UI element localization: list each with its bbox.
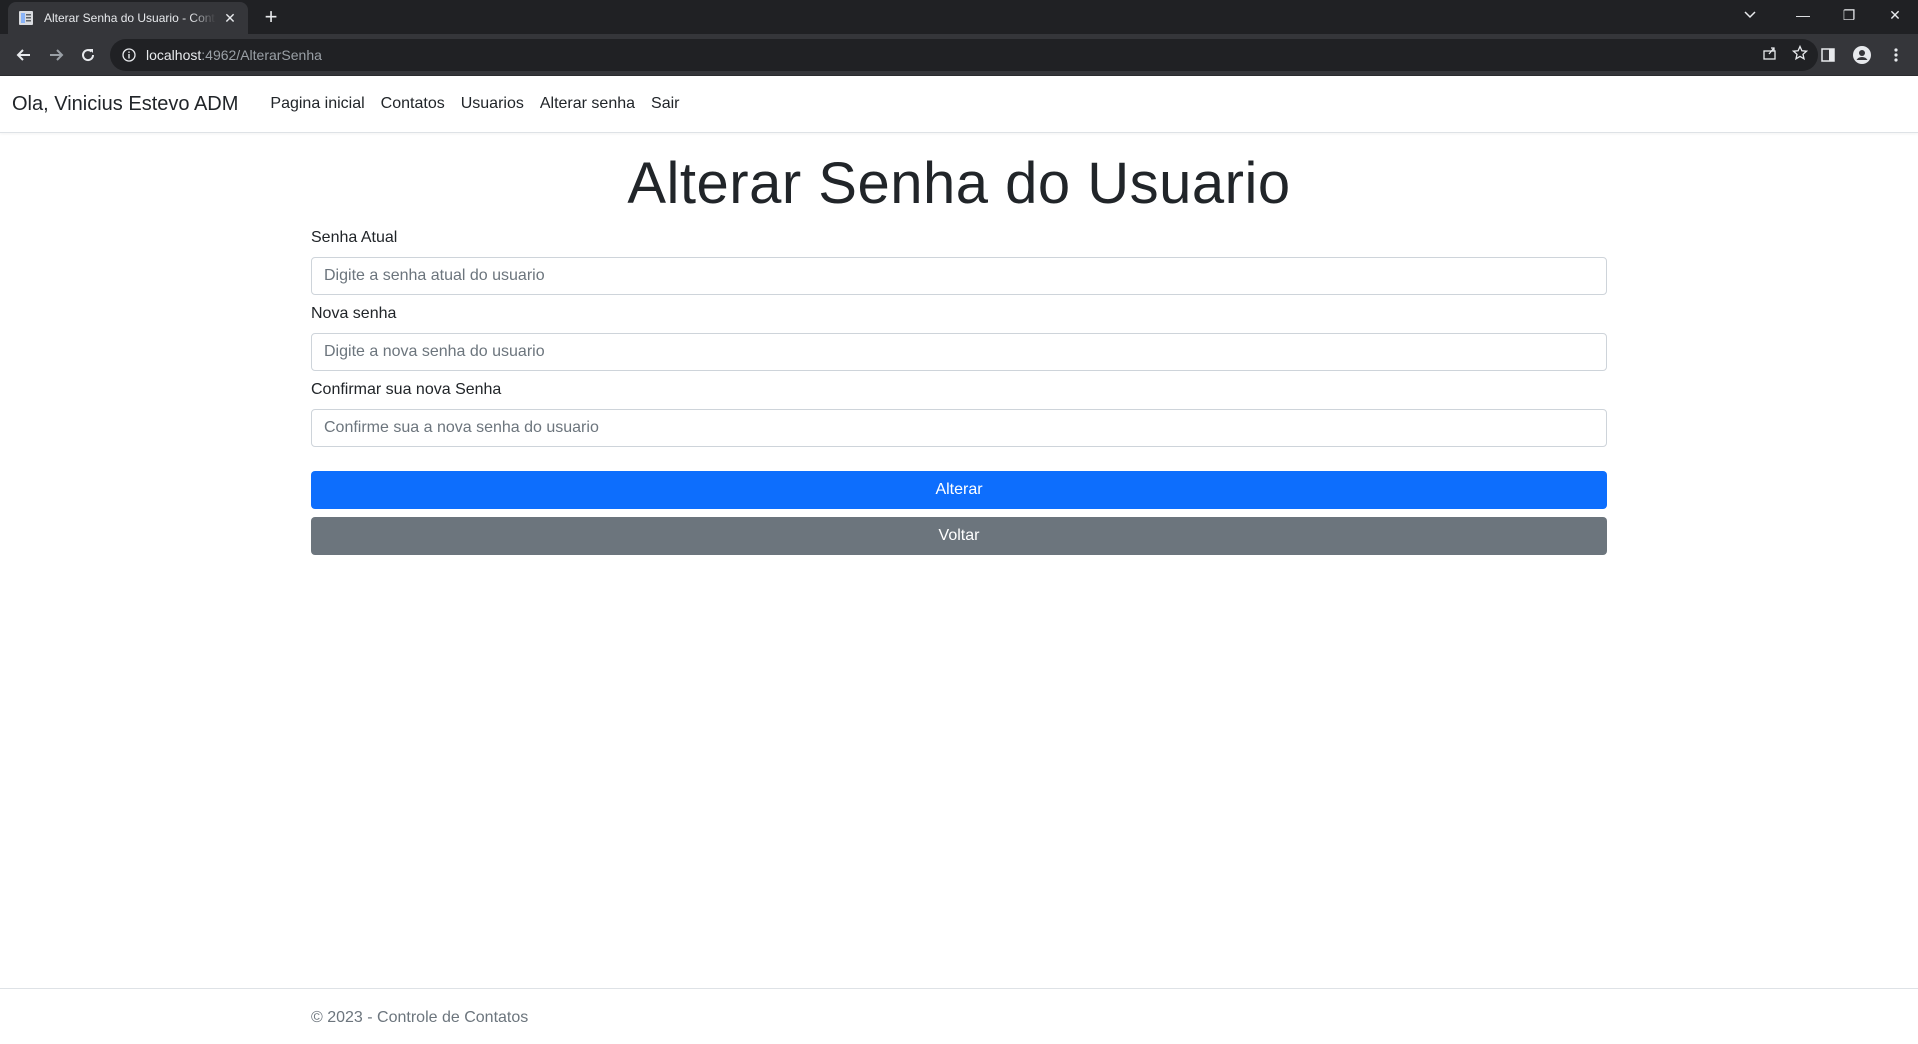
profile-avatar-icon[interactable] bbox=[1848, 41, 1876, 69]
new-password-label: Nova senha bbox=[311, 304, 397, 322]
nav-link-alterar-senha[interactable]: Alterar senha bbox=[532, 87, 643, 121]
forward-arrow-icon[interactable] bbox=[40, 39, 72, 71]
nav-link-contatos[interactable]: Contatos bbox=[373, 87, 453, 121]
new-tab-button[interactable]: + bbox=[260, 6, 282, 28]
page-favicon-icon bbox=[18, 10, 34, 26]
site-info-icon[interactable] bbox=[122, 48, 136, 62]
main-content: Alterar Senha do Usuario Senha Atual Nov… bbox=[311, 133, 1607, 555]
nav-link-usuarios[interactable]: Usuarios bbox=[453, 87, 532, 121]
change-password-form: Senha Atual Nova senha Confirmar sua nov… bbox=[311, 229, 1607, 555]
back-arrow-icon[interactable] bbox=[8, 39, 40, 71]
share-icon[interactable] bbox=[1762, 45, 1778, 66]
current-password-group: Senha Atual bbox=[311, 229, 1607, 295]
browser-tabstrip: Alterar Senha do Usuario - Controle de C… bbox=[0, 0, 1918, 34]
close-window-button[interactable]: ✕ bbox=[1872, 0, 1918, 30]
url-path: :4962/AlterarSenha bbox=[201, 47, 322, 63]
navbar-links: Pagina inicial Contatos Usuarios Alterar… bbox=[262, 87, 687, 121]
browser-toolbar: localhost:4962/AlterarSenha bbox=[0, 34, 1918, 76]
confirm-password-label: Confirmar sua nova Senha bbox=[311, 380, 502, 398]
nav-link-sair[interactable]: Sair bbox=[643, 87, 687, 121]
address-bar[interactable]: localhost:4962/AlterarSenha bbox=[110, 39, 1818, 71]
page-title: Alterar Senha do Usuario bbox=[627, 151, 1291, 216]
url-host: localhost bbox=[146, 47, 202, 63]
voltar-button[interactable]: Voltar bbox=[311, 516, 1607, 555]
new-password-group: Nova senha bbox=[311, 305, 1607, 371]
alterar-button[interactable]: Alterar bbox=[311, 470, 1607, 509]
confirm-password-input[interactable] bbox=[311, 408, 1607, 447]
bookmark-star-icon[interactable] bbox=[1791, 44, 1809, 66]
minimize-window-button[interactable]: — bbox=[1780, 0, 1826, 30]
new-password-input[interactable] bbox=[311, 332, 1607, 371]
confirm-password-group: Confirmar sua nova Senha bbox=[311, 381, 1607, 447]
tab-search-chevron-icon[interactable] bbox=[1730, 0, 1770, 30]
nav-link-pagina-inicial[interactable]: Pagina inicial bbox=[262, 87, 372, 121]
current-password-input[interactable] bbox=[311, 256, 1607, 295]
page-footer: © 2023 - Controle de Contatos bbox=[0, 988, 1918, 1044]
kebab-menu-icon[interactable] bbox=[1882, 41, 1910, 69]
tab-close-icon[interactable]: ✕ bbox=[222, 10, 238, 26]
restore-window-button[interactable]: ❐ bbox=[1826, 0, 1872, 30]
tab-title: Alterar Senha do Usuario - Controle de C… bbox=[44, 11, 216, 25]
footer-copyright: © 2023 - Controle de Contatos bbox=[311, 1009, 529, 1026]
navbar-brand-greeting[interactable]: Ola, Vinicius Estevo ADM bbox=[12, 93, 238, 116]
app-navbar: Ola, Vinicius Estevo ADM Pagina inicial … bbox=[0, 76, 1918, 133]
reload-icon[interactable] bbox=[72, 39, 104, 71]
side-panel-icon[interactable] bbox=[1814, 41, 1842, 69]
current-password-label: Senha Atual bbox=[311, 228, 398, 246]
browser-tab-active[interactable]: Alterar Senha do Usuario - Controle de C… bbox=[8, 2, 248, 34]
